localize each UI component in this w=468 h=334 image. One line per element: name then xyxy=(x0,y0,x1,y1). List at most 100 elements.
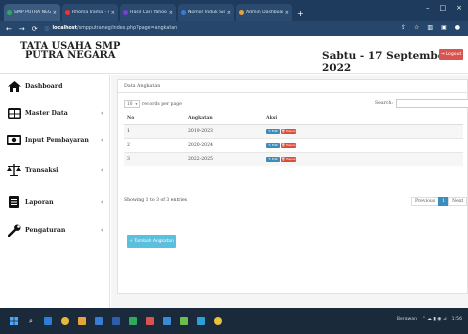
sidebar: Dashboard Master Data ‹ Input Pembayaran… xyxy=(0,75,110,308)
chevron-down-icon: ▾ xyxy=(135,102,138,106)
close-icon[interactable]: × xyxy=(285,10,289,16)
address-bar: ← → ⟳ ⓘ localhost/smpputraneg/index.php?… xyxy=(0,21,468,36)
cell-aksi: ✎ Edit 🗑 Hapus xyxy=(263,151,463,166)
share-icon[interactable]: ⇪ xyxy=(401,24,406,31)
edit-button[interactable]: ✎ Edit xyxy=(266,128,280,134)
search-icon[interactable]: ⌕ xyxy=(27,317,35,325)
minimize-icon[interactable]: – xyxy=(426,4,430,12)
browser-tab[interactable]: Hasil Cari Yahoo untuk min× xyxy=(120,4,176,21)
star-icon[interactable]: ☆ xyxy=(414,24,419,31)
search-group: Search: xyxy=(375,99,468,108)
chevron-left-icon: ‹ xyxy=(101,226,104,234)
profile-icon[interactable]: ● xyxy=(455,24,460,31)
cell-angkatan: 2020-2024 xyxy=(185,137,263,152)
maximize-icon[interactable]: □ xyxy=(440,4,447,12)
tab-favicon xyxy=(7,10,12,15)
brand-title: TATA USAHA SMP PUTRA NEGARA xyxy=(20,41,121,61)
column-header[interactable]: Aksi xyxy=(263,113,463,125)
next-page-button[interactable]: Next xyxy=(448,197,468,206)
tab-favicon xyxy=(65,10,70,15)
back-icon[interactable]: ← xyxy=(6,25,12,33)
cell-no: 3 xyxy=(124,151,185,166)
table-row: 3 2022-2025 ✎ Edit 🗑 Hapus xyxy=(124,151,463,166)
app-icon[interactable] xyxy=(129,317,137,325)
table-icon xyxy=(7,107,21,119)
column-header[interactable]: Angkatan xyxy=(185,113,263,125)
url-field[interactable]: ⓘ localhost/smpputraneg/index.php?page=a… xyxy=(45,24,365,34)
table-header-row: No Angkatan Aksi xyxy=(124,113,463,125)
forward-icon[interactable]: → xyxy=(19,25,25,33)
windows-start-icon[interactable] xyxy=(10,317,18,325)
close-icon[interactable]: × xyxy=(53,10,57,16)
sidebar-item-transaksi[interactable]: Transaksi ‹ xyxy=(0,159,110,181)
browser-tab-bar: SMP PUTRA NEGARA× Rhoma Irama - 41 Lagu×… xyxy=(0,0,468,21)
clock[interactable]: 1:56 xyxy=(452,317,462,322)
cell-aksi: ✎ Edit 🗑 Hapus xyxy=(263,137,463,152)
weather-text: Berawan xyxy=(396,317,417,322)
chevron-left-icon: ‹ xyxy=(101,166,104,174)
tray-icons[interactable]: ⌃ ☁ ▮ ◉ ⊿ xyxy=(422,317,447,322)
chevron-left-icon: ‹ xyxy=(101,198,104,206)
new-tab-button[interactable]: + xyxy=(297,9,304,18)
edit-button[interactable]: ✎ Edit xyxy=(266,156,280,162)
task-view-icon[interactable] xyxy=(44,317,52,325)
close-icon[interactable]: × xyxy=(169,10,173,16)
close-icon[interactable]: × xyxy=(111,10,115,16)
sidebar-item-dashboard[interactable]: Dashboard xyxy=(0,75,110,97)
chrome-icon[interactable] xyxy=(61,317,69,325)
money-icon xyxy=(7,134,21,146)
app-icon[interactable] xyxy=(146,317,154,325)
cell-angkatan: 2022-2025 xyxy=(185,151,263,166)
app-icon[interactable] xyxy=(163,317,171,325)
app-icon[interactable] xyxy=(95,317,103,325)
taskbar: ⌕ Berawan ⌃ ☁ ▮ ◉ ⊿ 1:56 xyxy=(0,308,468,334)
browser-tab[interactable]: Admin Dashboard Page× xyxy=(236,4,292,21)
sidebar-item-input-pembayaran[interactable]: Input Pembayaran ‹ xyxy=(0,129,110,151)
edit-button[interactable]: ✎ Edit xyxy=(266,142,280,148)
sidebar-item-master-data[interactable]: Master Data ‹ xyxy=(0,102,110,124)
explorer-icon[interactable] xyxy=(78,317,86,325)
app-icon[interactable] xyxy=(180,317,188,325)
add-angkatan-button[interactable]: + Tambah Angkatan xyxy=(127,235,176,248)
browser-actions: ⇪ ☆ ▥ ▣ ● xyxy=(401,24,460,31)
close-window-icon[interactable]: × xyxy=(456,4,462,12)
tab-favicon xyxy=(123,10,128,15)
close-icon[interactable]: × xyxy=(227,10,231,16)
sidebar-item-laporan[interactable]: Laporan ‹ xyxy=(0,191,110,213)
panel-title: Data Angkatan xyxy=(118,80,467,93)
sidebar-item-pengaturan[interactable]: Pengaturan ‹ xyxy=(0,219,110,241)
hapus-button[interactable]: 🗑 Hapus xyxy=(281,128,296,134)
hapus-button[interactable]: 🗑 Hapus xyxy=(281,156,296,162)
window-icon[interactable]: ▣ xyxy=(441,24,447,31)
search-input[interactable] xyxy=(395,99,468,108)
column-header[interactable]: No xyxy=(124,113,185,125)
sidebar-icon[interactable]: ▥ xyxy=(427,24,433,31)
cell-aksi: ✎ Edit 🗑 Hapus xyxy=(263,123,463,138)
logout-button[interactable]: ⇥ Logout xyxy=(439,49,463,60)
home-icon xyxy=(7,80,21,92)
records-per-page: 10 ▾ records per page xyxy=(124,100,182,108)
data-panel: Data Angkatan 10 ▾ records per page Searc… xyxy=(117,79,468,294)
info-icon[interactable]: ⓘ xyxy=(45,25,50,32)
reload-icon[interactable]: ⟳ xyxy=(32,25,38,33)
logout-icon: ⇥ xyxy=(440,52,445,57)
hapus-button[interactable]: 🗑 Hapus xyxy=(281,142,296,148)
app-icon[interactable] xyxy=(214,317,222,325)
wrench-icon xyxy=(7,224,21,237)
page-length-select[interactable]: 10 ▾ xyxy=(124,100,140,108)
browser-tab[interactable]: Nomor Induk Siswa Nasional× xyxy=(178,4,234,21)
system-tray: Berawan ⌃ ☁ ▮ ◉ ⊿ 1:56 xyxy=(397,317,462,322)
cell-no: 2 xyxy=(124,137,185,152)
tab-favicon xyxy=(239,10,244,15)
previous-page-button[interactable]: Previous xyxy=(411,197,440,206)
app-header: TATA USAHA SMP PUTRA NEGARA Sabtu - 17 S… xyxy=(0,36,468,74)
browser-tab[interactable]: SMP PUTRA NEGARA× xyxy=(4,4,60,21)
table-row: 1 2019-2023 ✎ Edit 🗑 Hapus xyxy=(124,123,463,138)
pagination: Previous 1 Next xyxy=(411,197,468,206)
app-icon[interactable] xyxy=(112,317,120,325)
main-content: Data Angkatan 10 ▾ records per page Searc… xyxy=(111,75,468,308)
browser-tab[interactable]: Rhoma Irama - 41 Lagu× xyxy=(62,4,118,21)
table-info: Showing 1 to 3 of 3 entries xyxy=(124,198,188,203)
cell-no: 1 xyxy=(124,123,185,138)
app-icon[interactable] xyxy=(197,317,205,325)
